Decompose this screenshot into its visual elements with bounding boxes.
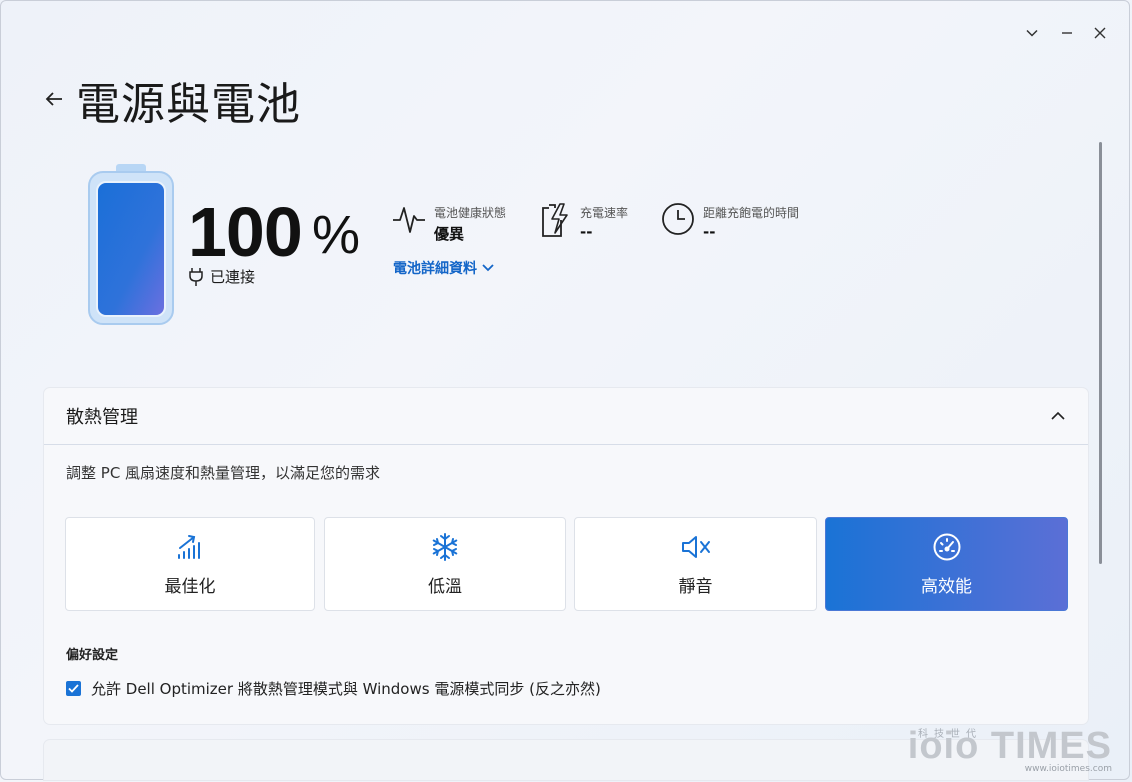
checkmark-icon <box>68 684 79 693</box>
stat-charge-rate: 充電速率 -- <box>540 202 628 241</box>
mode-performance-button[interactable]: 高效能 <box>825 517 1068 611</box>
mute-speaker-icon <box>681 535 710 558</box>
heartbeat-icon <box>393 207 425 233</box>
speedometer-icon <box>933 533 960 560</box>
mode-quiet-button[interactable]: 靜音 <box>574 517 817 611</box>
mode-cool-button[interactable]: 低溫 <box>324 517 566 611</box>
chevron-up-icon <box>1051 411 1065 420</box>
sync-checkbox-label: 允許 Dell Optimizer 將散熱管理模式與 Windows 電源模式同… <box>91 680 601 698</box>
preferences-title: 偏好設定 <box>66 648 119 663</box>
minimize-button[interactable] <box>1056 22 1078 44</box>
charging-bolt-icon <box>542 203 568 237</box>
chevron-down-icon[interactable] <box>1021 22 1043 44</box>
mode-label: 最佳化 <box>164 576 216 597</box>
clock-icon <box>662 203 694 235</box>
plug-icon <box>189 267 203 286</box>
plugged-status-label: 已連接 <box>210 268 256 286</box>
stat-value: -- <box>580 223 593 241</box>
thermal-card-title: 散熱管理 <box>66 407 138 428</box>
stat-time-to-full: 距離充飽電的時間 -- <box>661 202 799 241</box>
close-button[interactable] <box>1089 22 1111 44</box>
mode-label: 低溫 <box>428 576 462 597</box>
battery-details-label: 電池詳細資料 <box>393 261 477 277</box>
chevron-down-icon <box>482 264 494 272</box>
stat-label: 距離充飽電的時間 <box>703 206 800 220</box>
battery-graphic <box>88 164 174 326</box>
mode-label: 高效能 <box>921 576 972 597</box>
thermal-card-header[interactable]: 散熱管理 <box>44 388 1088 445</box>
page-title: 電源與電池 <box>76 79 301 130</box>
watermark: ioio TIMES www.ioiotimes.com <box>908 725 1112 774</box>
snowflake-icon <box>432 532 458 561</box>
battery-details-link[interactable]: 電池詳細資料 <box>393 258 495 278</box>
plugged-status: 已連接 <box>188 266 255 287</box>
mode-label: 靜音 <box>678 576 713 597</box>
mode-optimized-button[interactable]: 最佳化 <box>65 517 315 611</box>
stat-label: 充電速率 <box>580 206 629 220</box>
thermal-description: 調整 PC 風扇速度和熱量管理，以滿足您的需求 <box>66 464 381 482</box>
sync-checkbox[interactable] <box>66 681 81 696</box>
sync-checkbox-row[interactable]: 允許 Dell Optimizer 將散熱管理模式與 Windows 電源模式同… <box>66 678 601 699</box>
stat-value: -- <box>703 223 716 241</box>
back-button[interactable] <box>42 86 66 112</box>
thermal-management-card: 散熱管理 調整 PC 風扇速度和熱量管理，以滿足您的需求 最佳化 低溫 靜音 高… <box>44 388 1088 724</box>
battery-percent: 100 <box>188 193 303 271</box>
stat-value: 優異 <box>434 225 465 243</box>
stat-label: 電池健康狀態 <box>434 206 507 220</box>
battery-percent-symbol: % <box>312 205 361 265</box>
arrow-left-icon <box>45 92 62 106</box>
optimize-signal-icon <box>178 534 200 559</box>
stat-battery-health: 電池健康狀態 優異 <box>392 202 506 244</box>
scrollbar[interactable] <box>1099 142 1102 564</box>
watermark-brand: ioio TIMES <box>907 725 1112 767</box>
